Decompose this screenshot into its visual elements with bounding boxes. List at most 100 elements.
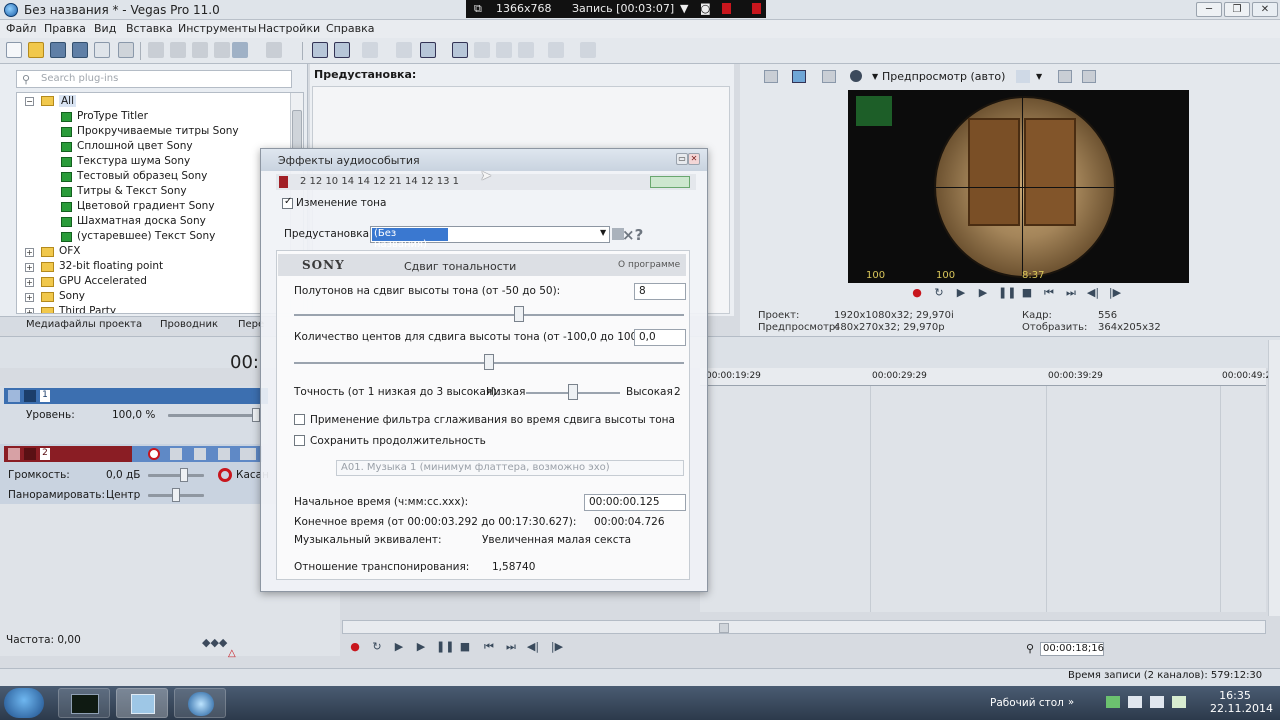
- tab-project-media[interactable]: Медиафайлы проекта: [26, 319, 142, 330]
- track-expand-icon[interactable]: [8, 448, 20, 460]
- zoom-icon[interactable]: [518, 42, 534, 58]
- collapse-icon[interactable]: −: [25, 97, 34, 106]
- stop-icon[interactable]: ■: [1020, 286, 1034, 300]
- video-track-header[interactable]: 1: [4, 388, 268, 404]
- region-icon[interactable]: [496, 42, 512, 58]
- menu-file[interactable]: Файл: [6, 22, 36, 35]
- preview-settings-icon[interactable]: [850, 70, 862, 82]
- track-expand-icon[interactable]: [8, 390, 20, 402]
- go-to-start-icon[interactable]: ⏮: [1042, 286, 1056, 300]
- tab-explorer[interactable]: Проводник: [160, 319, 218, 330]
- tree-item-all[interactable]: All: [59, 95, 77, 107]
- preset-selected-value[interactable]: (Без названия): [372, 228, 448, 250]
- volume-slider-knob[interactable]: [180, 468, 188, 482]
- chevron-down-icon[interactable]: ▼: [1036, 72, 1042, 81]
- keep-duration-checkbox[interactable]: [294, 435, 305, 446]
- level-slider[interactable]: [168, 414, 260, 417]
- dialog-close-button[interactable]: ✕: [688, 153, 700, 165]
- lock-envelopes-icon[interactable]: [396, 42, 412, 58]
- go-to-start-icon[interactable]: ⏮: [482, 640, 496, 654]
- menu-options[interactable]: Настройки: [258, 22, 320, 35]
- plugin-chain-buttons[interactable]: [650, 176, 690, 188]
- copy-snapshot-icon[interactable]: [1058, 70, 1072, 83]
- next-frame-icon[interactable]: |▶: [1108, 286, 1122, 300]
- menu-help[interactable]: Справка: [326, 22, 374, 35]
- cents-slider-thumb[interactable]: [484, 354, 494, 370]
- mute-icon[interactable]: [240, 448, 256, 460]
- copy-icon[interactable]: [170, 42, 186, 58]
- clock[interactable]: 16:35 22.11.2014: [1210, 689, 1273, 715]
- tree-item[interactable]: Шахматная доска Sony: [77, 215, 206, 227]
- plugin-search-input[interactable]: Search plug-ins: [16, 70, 292, 88]
- tree-item[interactable]: Sony: [59, 290, 85, 302]
- save-as-icon[interactable]: [72, 42, 88, 58]
- play-icon[interactable]: ▶: [976, 286, 990, 300]
- timeline-track-area[interactable]: [700, 386, 1266, 612]
- record-icon[interactable]: ●: [910, 286, 924, 300]
- go-to-end-icon[interactable]: ⏭: [1064, 286, 1078, 300]
- cents-input[interactable]: 0,0: [634, 329, 686, 346]
- menu-insert[interactable]: Вставка: [126, 22, 173, 35]
- expand-icon[interactable]: +: [25, 293, 34, 302]
- normal-edit-tool-icon[interactable]: [312, 42, 328, 58]
- play-from-start-icon[interactable]: ▶: [392, 640, 406, 654]
- loop-icon[interactable]: ↻: [370, 640, 384, 654]
- pause-icon[interactable]: ❚❚: [998, 286, 1016, 300]
- expand-icon[interactable]: +: [25, 278, 34, 287]
- menu-edit[interactable]: Правка: [44, 22, 86, 35]
- tree-item[interactable]: Сплошной цвет Sony: [77, 140, 193, 152]
- stop-icon[interactable]: ■: [458, 640, 472, 654]
- tree-item[interactable]: Титры & Текст Sony: [77, 185, 187, 197]
- taskbar-app-vegas[interactable]: [116, 688, 168, 718]
- tray-icon[interactable]: [1150, 696, 1164, 708]
- auto-ripple-icon[interactable]: [362, 42, 378, 58]
- open-icon[interactable]: [28, 42, 44, 58]
- save-icon[interactable]: [50, 42, 66, 58]
- tray-icon[interactable]: [1172, 696, 1186, 708]
- new-icon[interactable]: [6, 42, 22, 58]
- event-fx-icon[interactable]: [548, 42, 564, 58]
- timeline-horizontal-scrollbar[interactable]: [342, 620, 1266, 634]
- rate-slider-icon[interactable]: ◆◆◆: [202, 636, 227, 649]
- network-icon[interactable]: [1106, 696, 1120, 708]
- external-monitor-icon[interactable]: [792, 70, 806, 83]
- tree-item[interactable]: Third Party: [59, 305, 116, 313]
- play-from-start-icon[interactable]: ▶: [954, 286, 968, 300]
- cursor-timecode[interactable]: 00:00:18;16: [1040, 642, 1104, 656]
- delete-icon[interactable]: [214, 42, 230, 58]
- record-icon[interactable]: [752, 3, 761, 14]
- track-motion-icon[interactable]: [194, 448, 206, 460]
- render-icon[interactable]: [94, 42, 110, 58]
- expand-icon[interactable]: +: [25, 308, 34, 313]
- overlays-icon[interactable]: [1016, 70, 1030, 83]
- gear-icon[interactable]: [218, 468, 232, 482]
- chevron-down-icon[interactable]: ▼: [872, 72, 878, 81]
- automation-icon[interactable]: [218, 448, 230, 460]
- timeline-vertical-scrollbar[interactable]: [1268, 340, 1280, 616]
- whats-this-help-icon[interactable]: [580, 42, 596, 58]
- go-to-end-icon[interactable]: ⏭: [504, 640, 518, 654]
- level-slider-knob[interactable]: [252, 408, 260, 422]
- tree-item[interactable]: 32-bit floating point: [59, 260, 163, 272]
- envelope-tool-icon[interactable]: [334, 42, 350, 58]
- preview-quality-dropdown[interactable]: Предпросмотр (авто): [882, 70, 1005, 83]
- audio-track-header[interactable]: 2: [4, 446, 132, 462]
- undo-icon[interactable]: [232, 42, 248, 58]
- pause-icon[interactable]: ❚❚: [436, 640, 454, 654]
- previous-frame-icon[interactable]: ◀|: [1086, 286, 1100, 300]
- menu-tools[interactable]: Инструменты: [178, 22, 257, 35]
- chevron-down-icon[interactable]: ▼: [600, 228, 606, 237]
- taskbar-app-recorder[interactable]: [174, 688, 226, 718]
- fx-icon[interactable]: [822, 70, 836, 83]
- pan-slider-knob[interactable]: [172, 488, 180, 502]
- marker-icon[interactable]: [474, 42, 490, 58]
- expand-icon[interactable]: +: [25, 248, 34, 257]
- semitones-input[interactable]: 8: [634, 283, 686, 300]
- preview-properties-icon[interactable]: [764, 70, 778, 83]
- tree-item[interactable]: (устаревшее) Текст Sony: [77, 230, 215, 242]
- expand-icon[interactable]: +: [25, 263, 34, 272]
- dialog-minimize-button[interactable]: ▭: [676, 153, 688, 165]
- chevron-down-icon[interactable]: ▼: [680, 2, 688, 15]
- tree-item[interactable]: Текстура шума Sony: [77, 155, 190, 167]
- mode-dropdown[interactable]: A01. Музыка 1 (минимум флаттера, возможн…: [336, 460, 684, 476]
